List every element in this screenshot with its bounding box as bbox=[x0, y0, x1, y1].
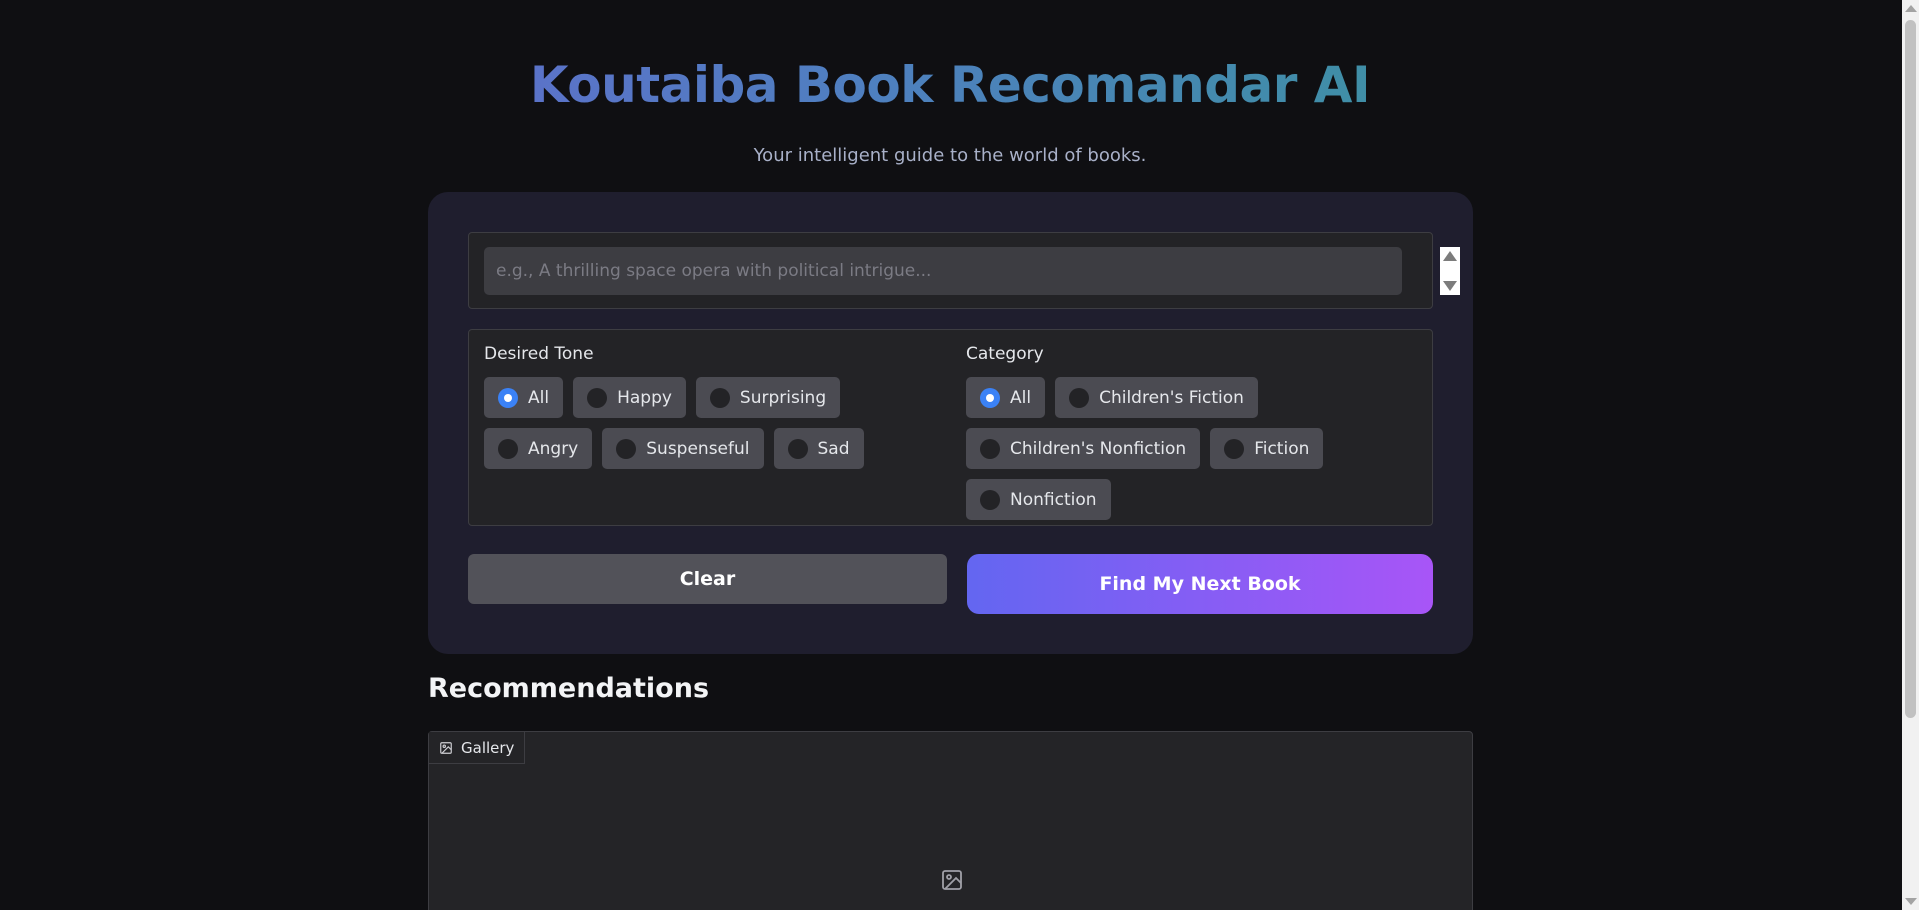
category-radio-all[interactable] bbox=[980, 387, 1000, 408]
category-label: Category bbox=[966, 344, 1044, 364]
category-options: All Children's Fiction Children's Nonficti… bbox=[966, 377, 1426, 520]
find-book-button[interactable]: Find My Next Book bbox=[967, 554, 1433, 614]
tone-option-happy[interactable]: Happy bbox=[573, 377, 686, 418]
tone-option-angry[interactable]: Angry bbox=[484, 428, 593, 469]
scrollbar-up-arrow-icon[interactable] bbox=[1905, 5, 1917, 12]
category-option-nonfiction[interactable]: Nonfiction bbox=[966, 479, 1111, 520]
recommendations-heading: Recommendations bbox=[428, 673, 710, 704]
tone-radio-angry[interactable] bbox=[498, 438, 518, 459]
scrollbar-thumb[interactable] bbox=[1905, 20, 1916, 718]
scrollbar-down-arrow-icon[interactable] bbox=[1905, 898, 1917, 905]
category-option-label: Children's Nonfiction bbox=[1010, 438, 1187, 459]
tone-label: Desired Tone bbox=[484, 344, 594, 364]
tone-radio-happy[interactable] bbox=[587, 387, 608, 408]
tone-option-label: All bbox=[528, 387, 550, 408]
tone-option-label: Surprising bbox=[739, 387, 827, 408]
filters-container: Desired Tone All Happy Surprising Angry Susp… bbox=[468, 329, 1433, 526]
tone-radio-all[interactable] bbox=[498, 387, 518, 408]
tone-option-suspenseful[interactable]: Suspenseful bbox=[602, 428, 764, 469]
tone-option-label: Happy bbox=[617, 387, 672, 408]
image-icon bbox=[440, 741, 452, 754]
category-option-label: All bbox=[1010, 387, 1032, 408]
category-option-children-s-nonfiction[interactable]: Children's Nonfiction bbox=[966, 428, 1201, 469]
tone-option-label: Angry bbox=[528, 438, 579, 459]
page-scrollbar[interactable] bbox=[1902, 0, 1919, 910]
tone-options: All Happy Surprising Angry Suspenseful Sad bbox=[484, 377, 954, 469]
category-option-label: Nonfiction bbox=[1010, 489, 1097, 510]
scroll-down-arrow-icon[interactable] bbox=[1443, 281, 1457, 291]
tone-group: Desired Tone All Happy Surprising Angry Susp… bbox=[484, 342, 954, 469]
app-title: Koutaiba Book Recomandar AI bbox=[0, 56, 1900, 114]
tone-option-label: Suspenseful bbox=[646, 438, 750, 459]
category-radio-fiction[interactable] bbox=[1224, 438, 1245, 459]
tone-radio-suspenseful[interactable] bbox=[616, 438, 637, 459]
category-option-label: Fiction bbox=[1254, 438, 1310, 459]
clear-button[interactable]: Clear bbox=[468, 554, 947, 604]
tone-option-sad[interactable]: Sad bbox=[773, 428, 864, 469]
category-option-all[interactable]: All bbox=[966, 377, 1046, 418]
app-subtitle: Your intelligent guide to the world of b… bbox=[753, 145, 1147, 166]
recommendations-gallery: Gallery bbox=[428, 731, 1473, 910]
category-option-children-s-fiction[interactable]: Children's Fiction bbox=[1055, 377, 1258, 418]
category-radio-nonfiction[interactable] bbox=[980, 489, 1000, 510]
tone-option-surprising[interactable]: Surprising bbox=[695, 377, 841, 418]
category-radio-children-s-nonfiction[interactable] bbox=[980, 438, 1000, 459]
gallery-tab-label: Gallery bbox=[461, 738, 515, 757]
scroll-up-arrow-icon[interactable] bbox=[1443, 251, 1457, 261]
tone-radio-surprising[interactable] bbox=[709, 387, 730, 408]
empty-gallery-image-icon bbox=[942, 870, 962, 890]
query-container bbox=[468, 232, 1460, 309]
category-radio-children-s-fiction[interactable] bbox=[1069, 387, 1090, 408]
book-description-input[interactable] bbox=[484, 247, 1402, 295]
tone-option-label: Sad bbox=[817, 438, 850, 459]
category-group: Category All Children's Fiction Children's… bbox=[966, 342, 1426, 520]
tone-option-all[interactable]: All bbox=[484, 377, 564, 418]
tone-radio-sad[interactable] bbox=[787, 438, 808, 459]
textarea-scroll-control[interactable] bbox=[1440, 247, 1460, 295]
category-option-label: Children's Fiction bbox=[1099, 387, 1244, 408]
app-page: Koutaiba Book Recomandar AI Your intelli… bbox=[0, 0, 1919, 910]
search-card: Desired Tone All Happy Surprising Angry Susp… bbox=[428, 192, 1473, 654]
gallery-tab[interactable]: Gallery bbox=[429, 732, 526, 764]
category-option-fiction[interactable]: Fiction bbox=[1210, 428, 1324, 469]
